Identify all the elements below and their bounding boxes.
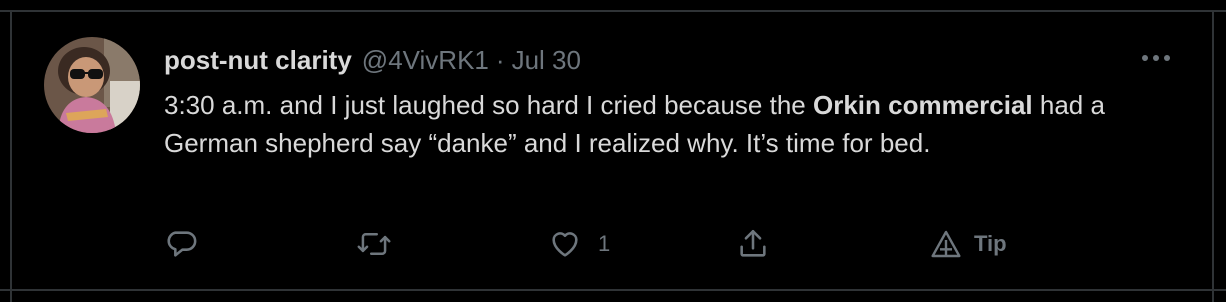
tip-button[interactable]: Tip	[930, 222, 1007, 266]
avatar[interactable]	[44, 37, 140, 133]
more-icon	[1142, 55, 1170, 61]
separator-dot: ·	[495, 45, 505, 75]
display-name[interactable]: post-nut clarity	[164, 40, 352, 80]
left-border	[10, 10, 12, 302]
share-button[interactable]	[736, 222, 770, 266]
tip-icon	[931, 230, 961, 258]
right-border	[1212, 10, 1214, 302]
tip-label: Tip	[974, 231, 1007, 256]
top-divider	[0, 10, 1226, 12]
reply-icon	[167, 231, 197, 257]
bottom-divider	[0, 289, 1226, 291]
heart-icon	[552, 232, 578, 257]
tweet-date[interactable]: Jul 30	[512, 40, 581, 80]
user-handle[interactable]: @4VivRK1	[362, 40, 489, 80]
like-count: 1	[598, 231, 611, 256]
tweet-header: post-nut clarity @4VivRK1 · Jul 30	[164, 40, 581, 80]
tweet-text: 3:30 a.m. and I just laughed so hard I c…	[164, 86, 1174, 162]
tweet-actions: 1 Tip	[164, 222, 1064, 266]
tweet-text-bold: Orkin commercial	[812, 90, 1033, 120]
like-button[interactable]: 1	[548, 222, 610, 266]
tweet-text-part: 3:30 a.m. and I just laughed so hard I c…	[164, 90, 813, 120]
retweet-icon	[357, 233, 391, 255]
more-options-button[interactable]	[1132, 42, 1180, 74]
retweet-button[interactable]	[356, 222, 392, 266]
share-icon	[740, 229, 766, 257]
reply-button[interactable]	[164, 222, 198, 266]
